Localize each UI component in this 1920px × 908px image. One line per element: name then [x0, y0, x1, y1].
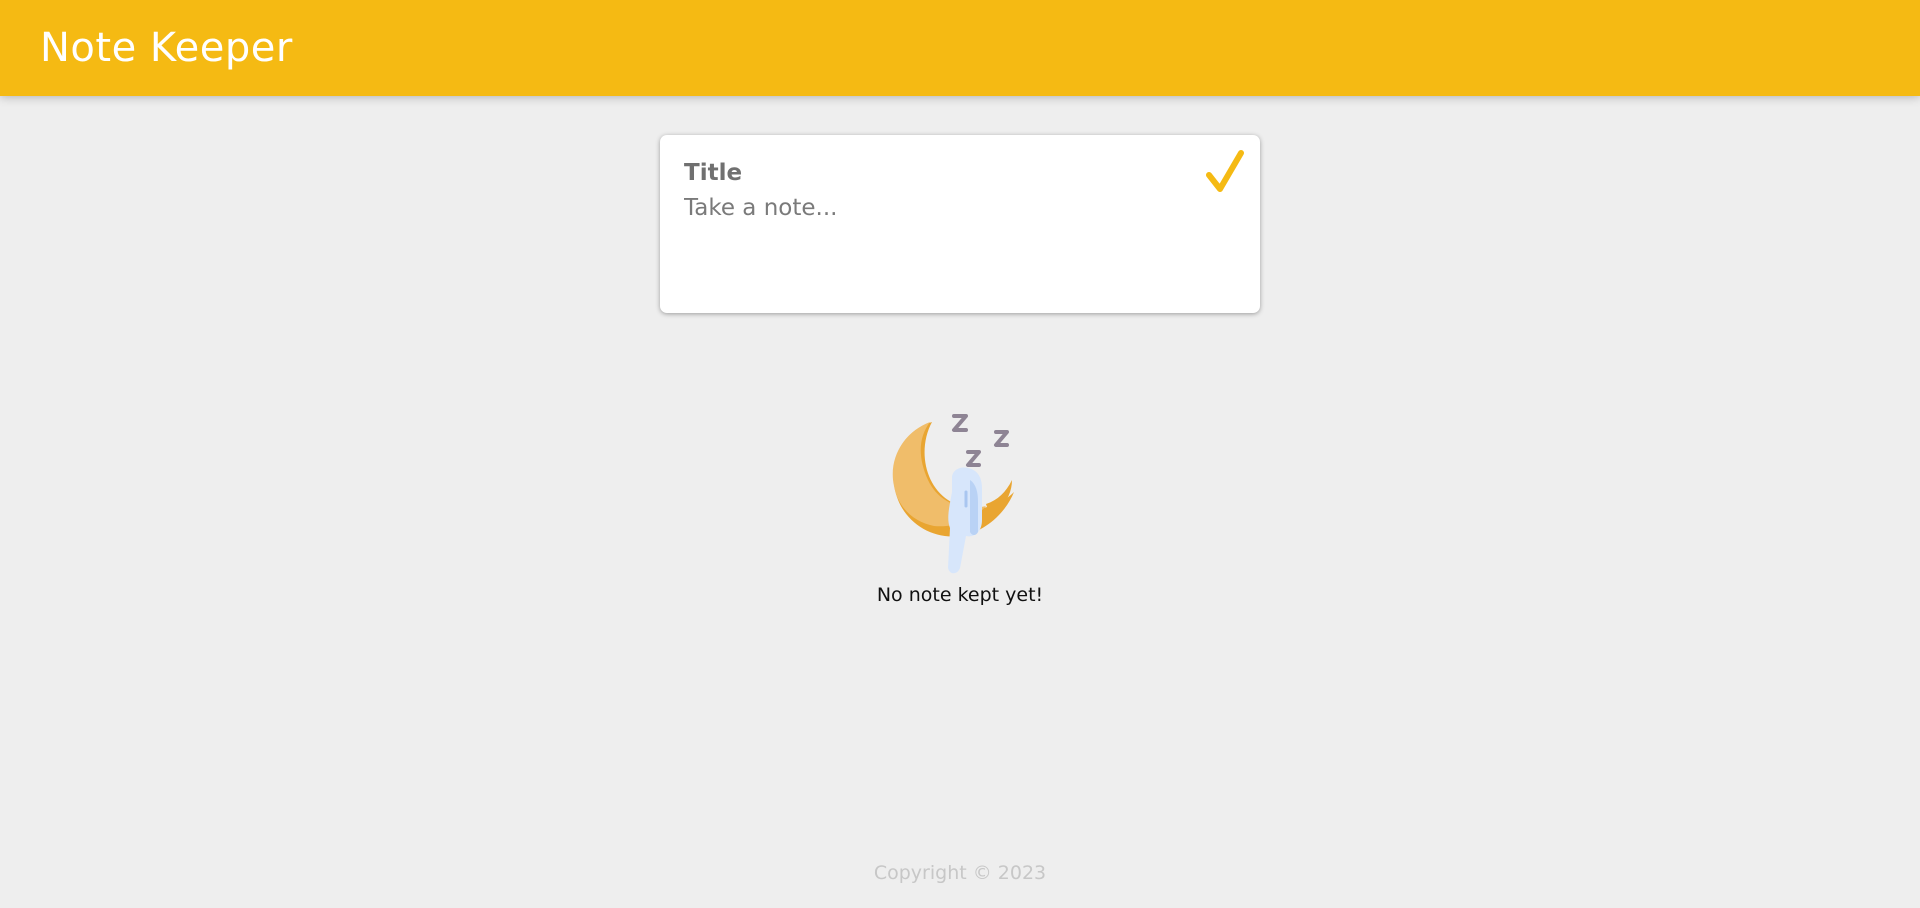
- empty-state-message: No note kept yet!: [876, 584, 1044, 606]
- note-content-textarea[interactable]: [684, 195, 1224, 285]
- copyright-text: Copyright © 2023: [873, 862, 1047, 884]
- sleeping-moon-icon: [892, 414, 1014, 574]
- add-note-button[interactable]: [1202, 147, 1248, 197]
- app-header: Note Keeper: [0, 0, 1920, 96]
- footer: Copyright © 2023: [0, 862, 1920, 884]
- create-note-form: [660, 135, 1260, 313]
- empty-state: No note kept yet!: [0, 408, 1920, 606]
- app-title: Note Keeper: [40, 25, 293, 71]
- checkmark-icon: [1206, 150, 1244, 192]
- note-title-input[interactable]: [684, 157, 1164, 189]
